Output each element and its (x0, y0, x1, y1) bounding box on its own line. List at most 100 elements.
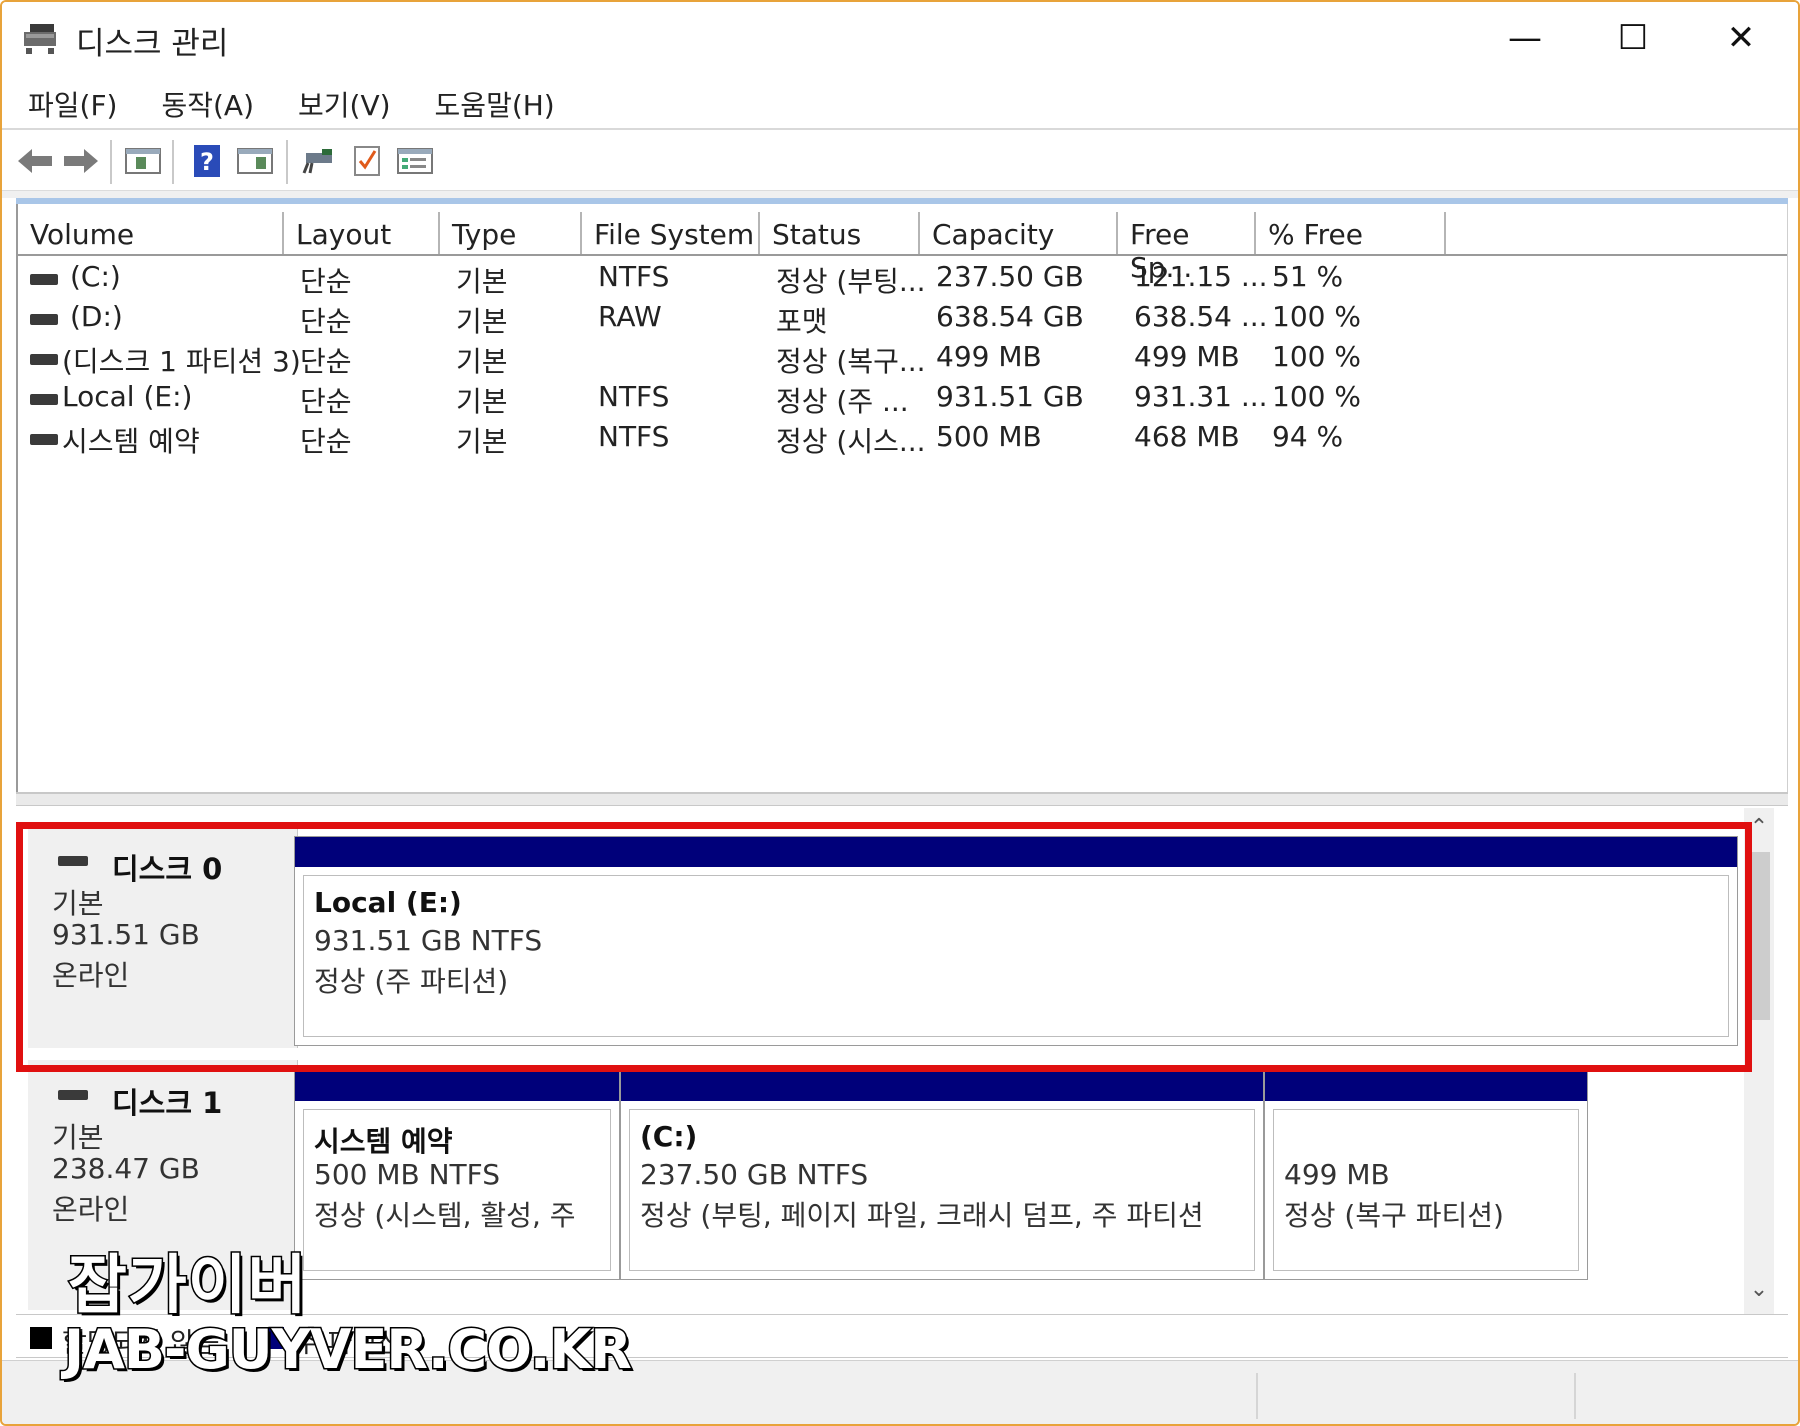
volume-percent-free: 51 % (1272, 260, 1344, 293)
volume-status: 정상 (주 ... (776, 385, 909, 418)
partition-name: 시스템 예약 (314, 1125, 453, 1158)
scroll-down-icon[interactable]: ⌄ (1748, 1278, 1770, 1302)
volume-capacity: 638.54 GB (936, 300, 1084, 333)
volume-layout: 단순 (300, 425, 352, 458)
forward-icon[interactable] (60, 140, 102, 182)
toolbar: ? (2, 132, 1798, 188)
volume-layout: 단순 (300, 305, 352, 338)
volume-list-pane: Volume Layout Type File System Status Ca… (16, 204, 1788, 792)
window-title: 디스크 관리 (76, 26, 229, 62)
svg-text:?: ? (200, 148, 214, 176)
volume-file-system: NTFS (598, 420, 670, 453)
drive-icon (30, 394, 58, 405)
column-capacity[interactable]: Capacity (920, 212, 1118, 254)
volume-type: 기본 (456, 345, 508, 378)
partition-size: 499 MB (1284, 1158, 1390, 1191)
partition-type-bar (295, 1071, 619, 1101)
partition-status: 정상 (복구 파티션) (1284, 1199, 1504, 1232)
menu-view[interactable]: 보기(V) (298, 78, 391, 128)
menu-file[interactable]: 파일(F) (28, 78, 117, 128)
volume-percent-free: 100 % (1272, 340, 1361, 373)
volume-row[interactable]: 시스템 예약 단순 기본 NTFS 정상 (시스... 500 MB 468 M… (18, 420, 1787, 460)
partition-system-reserved[interactable]: 시스템 예약 500 MB NTFS 정상 (시스템, 활성, 주 (294, 1070, 620, 1280)
column-free-space[interactable]: Free Sp... (1118, 212, 1256, 284)
partition-status: 정상 (부팅, 페이지 파일, 크래시 덤프, 주 파티션 (640, 1199, 1204, 1232)
volume-list-header: Volume Layout Type File System Status Ca… (18, 212, 1787, 284)
volume-percent-free: 100 % (1272, 380, 1361, 413)
volume-type: 기본 (456, 305, 508, 338)
disk-state: 온라인 (52, 1193, 130, 1226)
volume-file-system: NTFS (598, 260, 670, 293)
volume-capacity: 237.50 GB (936, 260, 1084, 293)
disk-size: 238.47 GB (52, 1152, 200, 1185)
check-icon[interactable] (346, 140, 388, 182)
action-pane-icon[interactable] (234, 140, 276, 182)
back-icon[interactable] (14, 140, 56, 182)
menu-help[interactable]: 도움말(H) (435, 78, 555, 128)
disk-name: 디스크 1 (112, 1086, 223, 1120)
volume-free-space: 468 MB (1134, 420, 1240, 453)
volume-capacity: 499 MB (936, 340, 1042, 373)
volume-file-system: RAW (598, 300, 662, 333)
close-button[interactable]: ✕ (1706, 10, 1776, 66)
menu-divider (2, 128, 1798, 130)
drive-icon (30, 314, 58, 325)
volume-layout: 단순 (300, 345, 352, 378)
partition-recovery[interactable]: 499 MB 정상 (복구 파티션) (1264, 1070, 1588, 1280)
unallocated-swatch (30, 1327, 52, 1349)
partition-type-bar (621, 1071, 1263, 1101)
title-bar: 디스크 관리 — ☐ ✕ (2, 2, 1798, 74)
volume-row[interactable]: (D:) 단순 기본 RAW 포맷 638.54 GB 638.54 ... 1… (18, 300, 1787, 340)
volume-name: (디스크 1 파티션 3) (62, 345, 301, 378)
toolbar-divider (110, 140, 112, 184)
volume-type: 기본 (456, 385, 508, 418)
column-percent-free[interactable]: % Free (1256, 212, 1446, 254)
partition-size: 500 MB NTFS (314, 1158, 501, 1191)
volume-layout: 단순 (300, 265, 352, 298)
watermark-url: JAB-GUYVER.CO.KR (63, 1317, 634, 1383)
column-volume[interactable]: Volume (18, 212, 284, 254)
volume-name: (C:) (70, 260, 121, 293)
maximize-button[interactable]: ☐ (1598, 10, 1668, 66)
volume-row[interactable]: (디스크 1 파티션 3) 단순 기본 정상 (복구... 499 MB 499… (18, 340, 1787, 380)
volume-free-space: 121.15 ... (1134, 260, 1268, 293)
properties-icon[interactable] (394, 140, 436, 182)
partition-status: 정상 (시스템, 활성, 주 (314, 1199, 576, 1232)
help-icon[interactable]: ? (186, 140, 228, 182)
console-tree-icon[interactable] (122, 140, 164, 182)
volume-type: 기본 (456, 425, 508, 458)
volume-layout: 단순 (300, 385, 352, 418)
volume-capacity: 931.51 GB (936, 380, 1084, 413)
volume-free-space: 499 MB (1134, 340, 1240, 373)
volume-type: 기본 (456, 265, 508, 298)
volume-free-space: 931.31 ... (1134, 380, 1268, 413)
column-type[interactable]: Type (440, 212, 582, 254)
status-divider (1574, 1373, 1576, 1419)
pane-splitter[interactable] (16, 792, 1788, 806)
drive-icon (30, 434, 58, 445)
partition-c[interactable]: (C:) 237.50 GB NTFS 정상 (부팅, 페이지 파일, 크래시 … (620, 1070, 1264, 1280)
watermark-title: 잡가이버 (67, 1248, 309, 1325)
volume-file-system: NTFS (598, 380, 670, 413)
column-file-system[interactable]: File System (582, 212, 760, 254)
volume-percent-free: 94 % (1272, 420, 1344, 453)
volume-capacity: 500 MB (936, 420, 1042, 453)
disk-management-app-icon (24, 24, 56, 54)
volume-row[interactable]: (C:) 단순 기본 NTFS 정상 (부팅... 237.50 GB 121.… (18, 260, 1787, 300)
volume-name: Local (E:) (62, 380, 193, 413)
volume-row[interactable]: Local (E:) 단순 기본 NTFS 정상 (주 ... 931.51 G… (18, 380, 1787, 420)
volume-free-space: 638.54 ... (1134, 300, 1268, 333)
volume-status: 정상 (복구... (776, 345, 926, 378)
partition-type-bar (1265, 1071, 1587, 1101)
menu-bar: 파일(F) 동작(A) 보기(V) 도움말(H) (2, 78, 1798, 128)
column-layout[interactable]: Layout (284, 212, 440, 254)
volume-status: 포맷 (776, 305, 828, 338)
menu-action[interactable]: 동작(A) (161, 78, 254, 128)
disk-icon (58, 1090, 88, 1100)
toolbar-divider-bar (2, 190, 1798, 198)
connect-icon[interactable] (298, 140, 340, 182)
column-status[interactable]: Status (760, 212, 920, 254)
toolbar-divider (286, 140, 288, 184)
volume-percent-free: 100 % (1272, 300, 1361, 333)
minimize-button[interactable]: — (1490, 10, 1560, 66)
